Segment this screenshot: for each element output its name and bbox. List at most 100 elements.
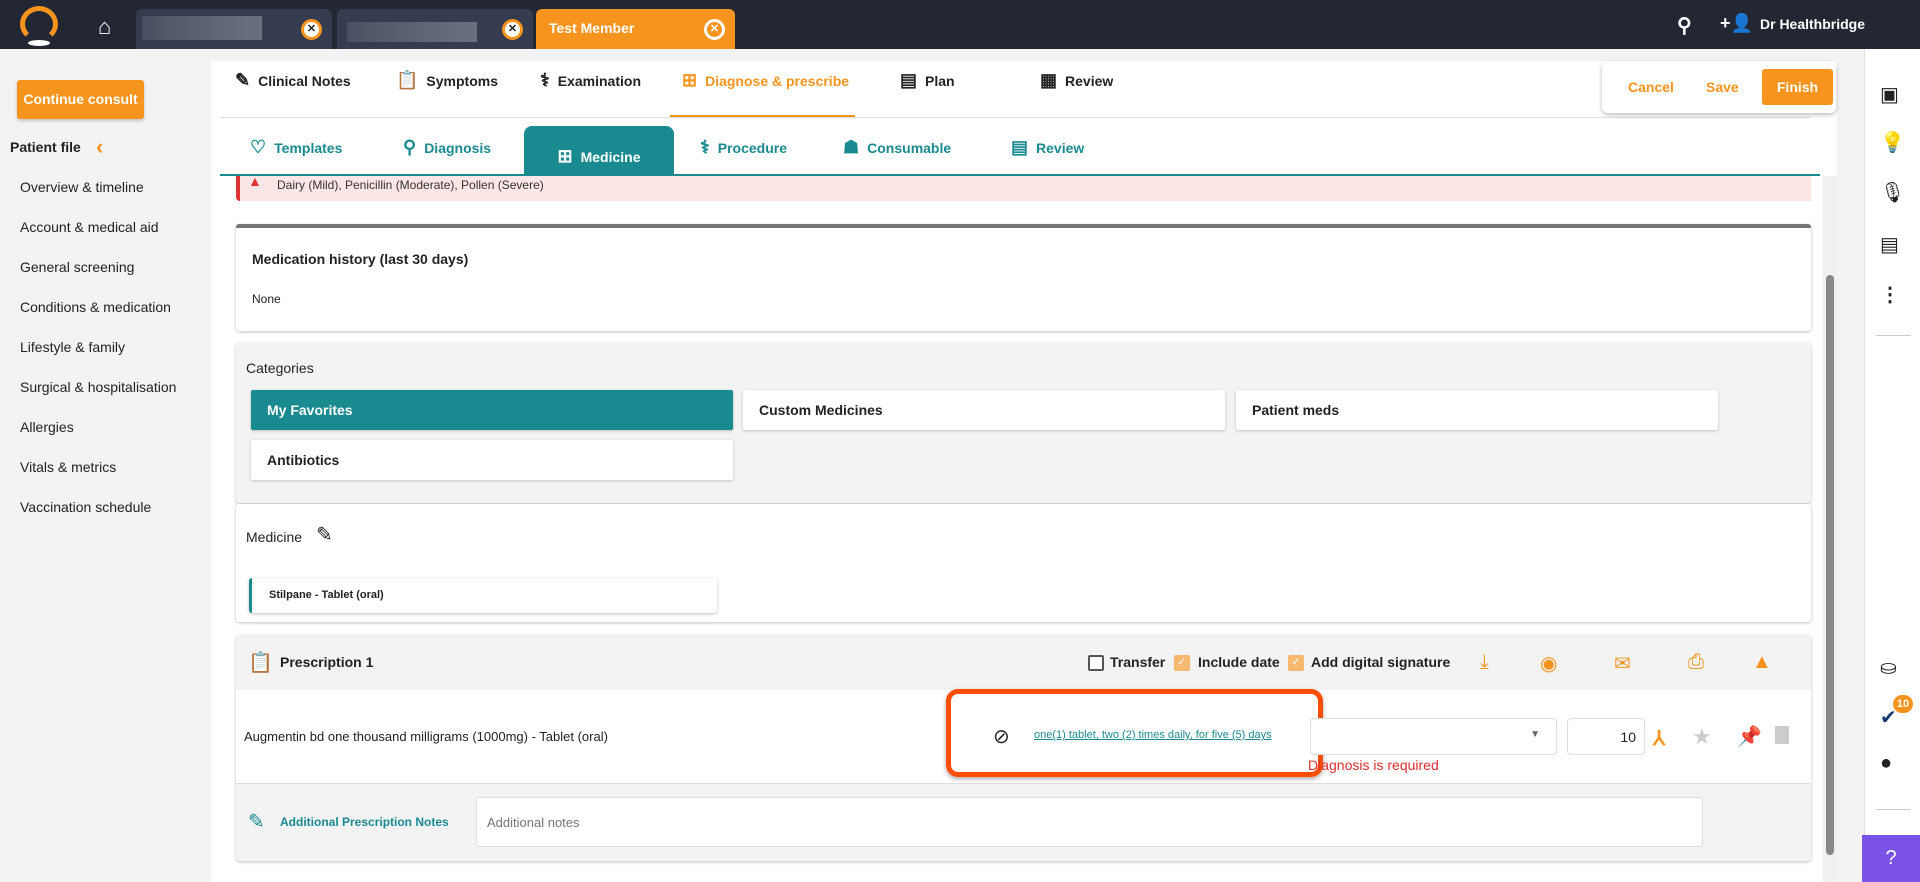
search-icon[interactable]: ⚲ xyxy=(1677,13,1692,38)
notes-icon: ✎ xyxy=(235,70,251,90)
subtab-consumable[interactable]: ☗ Consumable xyxy=(843,137,951,158)
user-name[interactable]: Dr Healthbridge xyxy=(1760,16,1865,32)
additional-notes-input[interactable] xyxy=(476,797,1703,847)
ai-microphone-icon[interactable]: 🎙 xyxy=(1880,180,1905,205)
collapse-chevron-icon[interactable]: ‹ xyxy=(96,134,103,160)
drug-name: Augmentin bd one thousand milligrams (10… xyxy=(244,729,608,744)
tab-label: Examination xyxy=(557,72,641,89)
add-check-icon[interactable]: ⊘ xyxy=(993,724,1010,749)
tab-examination[interactable]: ⚕ Examination xyxy=(540,70,641,91)
list-icon: ▤ xyxy=(1011,137,1029,157)
close-tab-icon[interactable]: ✕ xyxy=(502,19,523,40)
categories-title: Categories xyxy=(246,360,314,376)
cancel-button[interactable]: Cancel xyxy=(1628,79,1674,95)
chat-icon: ▤ xyxy=(900,70,918,90)
split-icon[interactable]: ⅄ xyxy=(1653,726,1665,751)
transfer-checkbox[interactable] xyxy=(1088,655,1104,671)
tab-label: Review xyxy=(1065,72,1114,89)
drop-icon[interactable]: ● xyxy=(1880,752,1892,775)
subtab-review[interactable]: ▤ Review xyxy=(1011,137,1084,158)
app-logo-base xyxy=(28,40,50,46)
tab-label: Test Member xyxy=(549,20,635,36)
diagnosis-select[interactable]: ▼ xyxy=(1310,718,1557,755)
tab-label: Diagnosis xyxy=(424,139,492,156)
tab-symptoms[interactable]: 📋 Symptoms xyxy=(396,70,498,91)
scrollbar-thumb[interactable] xyxy=(1826,275,1834,855)
continue-consult-button[interactable]: Continue consult xyxy=(17,80,144,119)
sidebar-item-vaccination[interactable]: Vaccination schedule xyxy=(20,499,151,515)
tab-clinical-notes[interactable]: ✎ Clinical Notes xyxy=(235,70,351,91)
medication-history-value: None xyxy=(252,292,281,306)
blurred-name xyxy=(347,22,477,42)
list-icon: ▦ xyxy=(1040,70,1058,90)
patient-tab-test-member[interactable]: Test Member ✕ xyxy=(536,9,735,49)
category-custom-medicines[interactable]: Custom Medicines xyxy=(743,390,1225,430)
sidebar-item-vitals[interactable]: Vitals & metrics xyxy=(20,459,116,475)
sidebar-item-conditions[interactable]: Conditions & medication xyxy=(20,299,171,315)
subtab-medicine[interactable]: ⊞ Medicine xyxy=(524,126,674,175)
close-tab-icon[interactable]: ✕ xyxy=(301,19,322,40)
medicine-item[interactable]: Stilpane - Tablet (oral) xyxy=(249,578,717,613)
pin-icon[interactable]: 📌 xyxy=(1737,724,1762,749)
sidebar-item-overview[interactable]: Overview & timeline xyxy=(20,179,144,195)
sidebar-item-account[interactable]: Account & medical aid xyxy=(20,219,159,235)
view-eye-icon[interactable]: ◉ xyxy=(1540,651,1557,676)
category-antibiotics[interactable]: Antibiotics xyxy=(251,440,733,480)
email-icon[interactable]: ✉ xyxy=(1614,651,1631,676)
edit-pencil-icon[interactable]: ✎ xyxy=(316,522,333,547)
sidebar-item-surgical[interactable]: Surgical & hospitalisation xyxy=(20,379,176,395)
ai-lightbulb-icon[interactable]: 💡 xyxy=(1880,130,1905,155)
app-logo[interactable] xyxy=(20,6,58,42)
patient-card-icon[interactable]: ▣ xyxy=(1880,82,1899,107)
subtab-diagnosis[interactable]: ⚲ Diagnosis xyxy=(403,137,491,158)
patient-tab-1[interactable]: ✕ xyxy=(136,9,332,49)
star-icon[interactable]: ★ xyxy=(1692,724,1712,750)
include-date-checkbox[interactable]: ✓ xyxy=(1174,655,1190,671)
finish-button[interactable]: Finish xyxy=(1762,69,1833,105)
divider xyxy=(220,117,1810,118)
tab-label: Consumable xyxy=(867,139,952,156)
patient-tab-2[interactable]: ✕ xyxy=(337,9,533,49)
quantity-input[interactable]: 10 xyxy=(1567,718,1645,755)
more-vertical-icon[interactable]: ⋮ xyxy=(1880,282,1900,307)
sidebar-item-screening[interactable]: General screening xyxy=(20,259,134,275)
medication-history-card xyxy=(236,224,1811,331)
signature-checkbox[interactable]: ✓ xyxy=(1288,655,1304,671)
category-patient-meds[interactable]: Patient meds xyxy=(1236,390,1718,430)
home-icon[interactable]: ⌂ xyxy=(98,14,111,40)
close-tab-icon[interactable]: ✕ xyxy=(704,19,725,40)
medicine-bottle-icon: ⊞ xyxy=(557,146,573,166)
search-icon: ⚲ xyxy=(403,137,417,157)
subtab-procedure[interactable]: ⚕ Procedure xyxy=(700,137,787,158)
add-user-icon[interactable]: +👤 xyxy=(1720,13,1753,34)
medicine-title: Medicine xyxy=(246,529,303,545)
tab-plan[interactable]: ▤ Plan xyxy=(900,70,955,91)
notes-label: Additional Prescription Notes xyxy=(280,815,449,829)
subtab-templates[interactable]: ♡ Templates xyxy=(250,137,342,158)
tab-label: Diagnose & prescribe xyxy=(705,72,850,89)
tab-diagnose-prescribe[interactable]: ⊞ Diagnose & prescribe xyxy=(682,70,849,91)
category-my-favorites[interactable]: My Favorites xyxy=(251,390,733,430)
notes-alert-icon[interactable]: ▤ xyxy=(1880,232,1899,257)
help-button[interactable]: ? xyxy=(1862,835,1920,882)
clipboard-icon: 📋 xyxy=(248,652,273,674)
prescription-title: Prescription 1 xyxy=(280,654,374,670)
medicine-bottle-icon: ⊞ xyxy=(682,70,698,90)
transfer-label: Transfer xyxy=(1110,654,1166,670)
print-icon[interactable]: ⎙ xyxy=(1688,651,1704,674)
delete-icon[interactable] xyxy=(1775,726,1789,744)
sidebar-item-allergies[interactable]: Allergies xyxy=(20,419,74,435)
sofa-icon[interactable]: ⛀ xyxy=(1880,655,1897,680)
tab-label: Symptoms xyxy=(426,72,498,89)
warning-icon[interactable]: ▲ xyxy=(1752,651,1772,674)
warning-icon: ▲ xyxy=(248,173,262,189)
download-icon[interactable]: ⤓ xyxy=(1480,651,1489,674)
blurred-name xyxy=(142,16,262,40)
allergy-alert: ▲ Dairy (Mild), Penicillin (Moderate), Po… xyxy=(236,173,1811,201)
tasks-badge: 10 xyxy=(1893,695,1913,713)
allergy-text: Dairy (Mild), Penicillin (Moderate), Pol… xyxy=(277,178,544,192)
save-button[interactable]: Save xyxy=(1706,79,1739,95)
sidebar-item-lifestyle[interactable]: Lifestyle & family xyxy=(20,339,125,355)
dosage-link[interactable]: one(1) tablet, two (2) times daily, for … xyxy=(1034,729,1272,741)
tab-review[interactable]: ▦ Review xyxy=(1040,70,1113,91)
